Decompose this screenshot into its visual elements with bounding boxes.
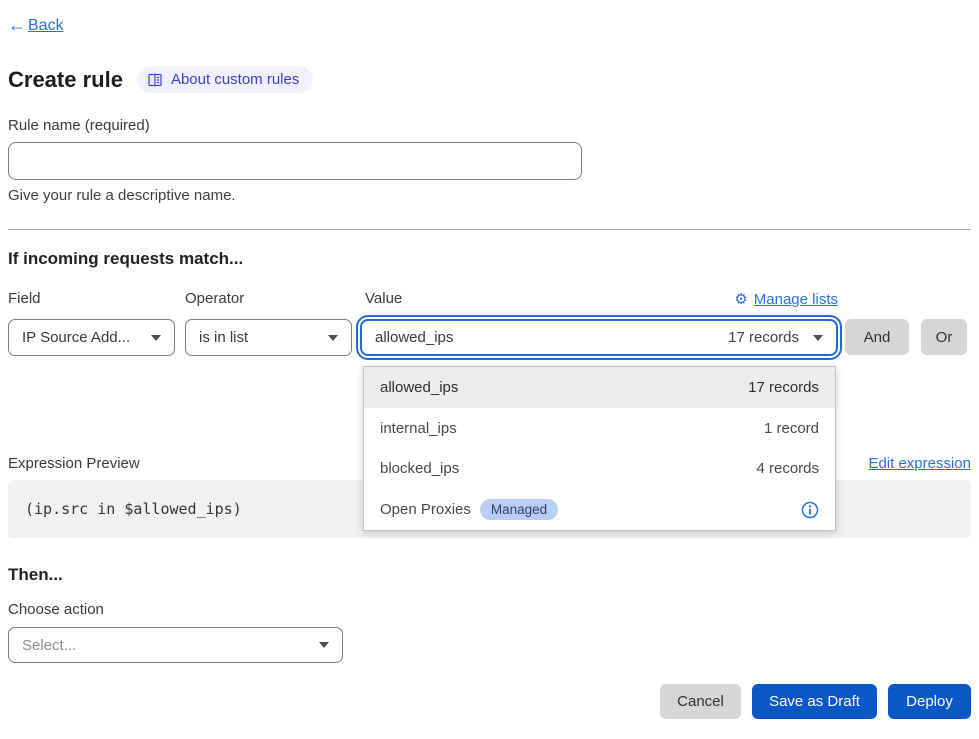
list-record-count: 4 records [756, 460, 819, 477]
back-link[interactable]: ← Back [8, 15, 64, 36]
create-rule-page: ← Back Create rule About custom rules Ru… [0, 0, 979, 739]
operator-select-value: is in list [199, 329, 248, 346]
list-name: allowed_ips [380, 379, 458, 396]
manage-lists-link[interactable]: ⚙ Manage lists [734, 290, 838, 308]
field-select[interactable]: IP Source Add... [8, 319, 175, 356]
manage-lists-label: Manage lists [754, 291, 838, 308]
rule-name-label: Rule name (required) [8, 117, 150, 134]
chevron-down-icon [328, 335, 338, 341]
list-name: Open Proxies [380, 501, 471, 518]
about-custom-rules-link[interactable]: About custom rules [137, 66, 313, 93]
managed-badge: Managed [480, 499, 558, 520]
chevron-down-icon [319, 642, 329, 648]
then-section-heading: Then... [8, 565, 63, 585]
list-name: blocked_ips [380, 460, 459, 477]
list-name: internal_ips [380, 420, 457, 437]
choose-action-label: Choose action [8, 601, 104, 618]
dropdown-option-blocked-ips[interactable]: blocked_ips 4 records [364, 449, 835, 490]
dropdown-option-allowed-ips[interactable]: allowed_ips 17 records [364, 367, 835, 408]
action-select[interactable]: Select... [8, 627, 343, 663]
value-select-value: allowed_ips [375, 329, 453, 346]
rule-name-input[interactable] [8, 142, 582, 180]
edit-expression-link[interactable]: Edit expression [868, 455, 971, 472]
field-select-value: IP Source Add... [22, 329, 130, 346]
match-section-heading: If incoming requests match... [8, 249, 243, 269]
gear-icon: ⚙ [734, 290, 747, 308]
action-select-placeholder: Select... [22, 637, 76, 654]
value-select[interactable]: allowed_ips 17 records [360, 319, 838, 356]
section-divider [8, 229, 971, 230]
and-button[interactable]: And [845, 319, 909, 355]
value-select-record-count: 17 records [728, 329, 799, 346]
value-label: Value [365, 290, 402, 307]
list-record-count: 17 records [748, 379, 819, 396]
arrow-left-icon: ← [8, 15, 26, 36]
or-button[interactable]: Or [921, 319, 967, 355]
value-dropdown-panel: allowed_ips 17 records internal_ips 1 re… [363, 366, 836, 531]
operator-label: Operator [185, 290, 244, 307]
dropdown-option-internal-ips[interactable]: internal_ips 1 record [364, 408, 835, 449]
expression-preview-label: Expression Preview [8, 455, 140, 472]
title-row: Create rule About custom rules [8, 66, 313, 93]
page-title: Create rule [8, 67, 123, 93]
cancel-button[interactable]: Cancel [660, 684, 741, 719]
chevron-down-icon [813, 335, 823, 341]
chevron-down-icon [151, 335, 161, 341]
about-custom-rules-label: About custom rules [171, 71, 299, 88]
book-icon [147, 72, 163, 88]
list-record-count: 1 record [764, 420, 819, 437]
field-label: Field [8, 290, 41, 307]
save-as-draft-button[interactable]: Save as Draft [752, 684, 877, 719]
operator-select[interactable]: is in list [185, 319, 352, 356]
deploy-button[interactable]: Deploy [888, 684, 971, 719]
rule-name-help-text: Give your rule a descriptive name. [8, 187, 236, 204]
back-link-label: Back [28, 17, 64, 35]
expression-code: (ip.src in $allowed_ips) [25, 500, 242, 518]
info-icon[interactable] [801, 501, 819, 519]
dropdown-option-open-proxies[interactable]: Open Proxies Managed [364, 489, 835, 530]
